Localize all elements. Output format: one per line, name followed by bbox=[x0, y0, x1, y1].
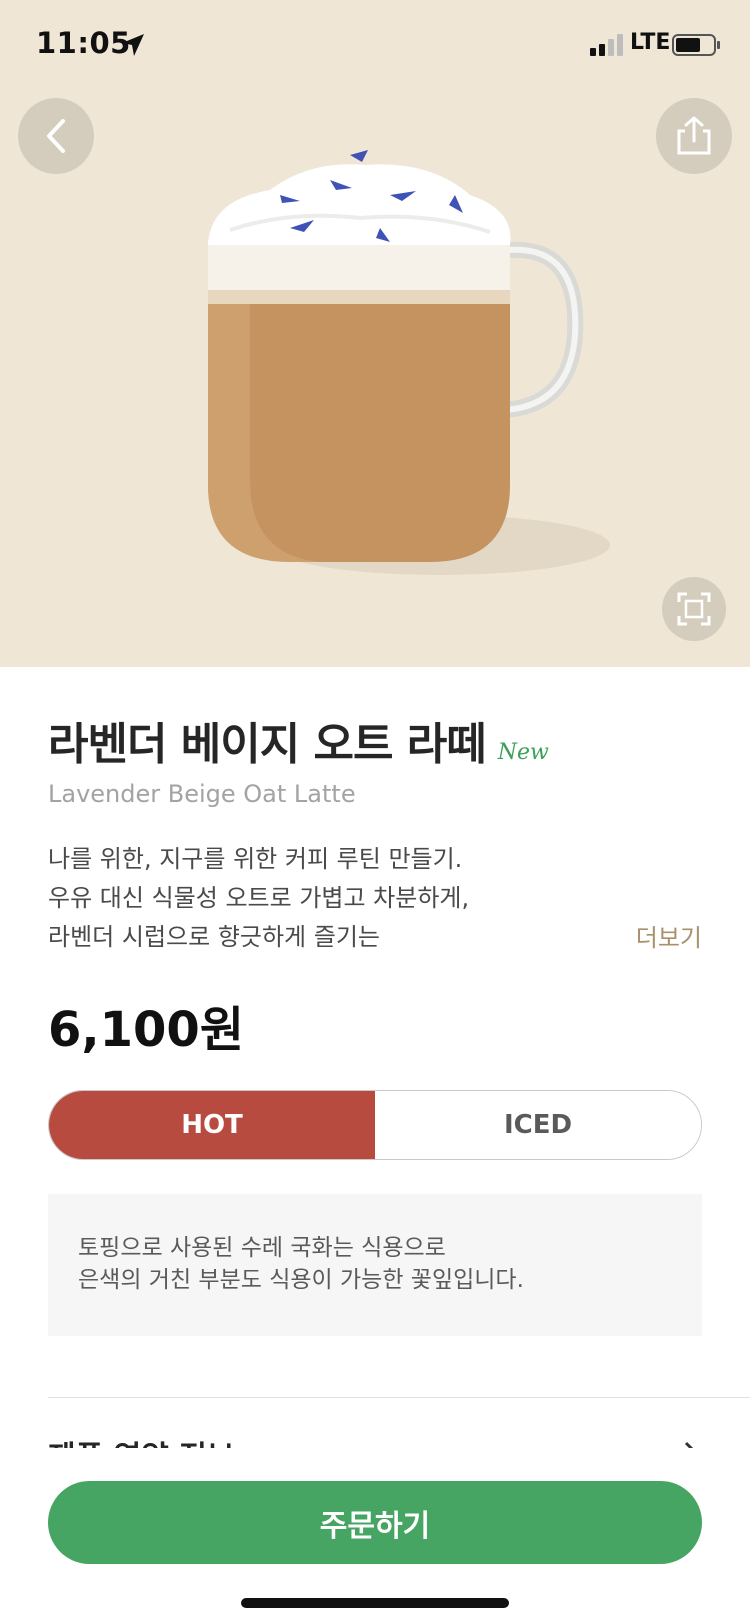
order-button[interactable]: 주문하기 bbox=[48, 1481, 702, 1564]
iced-option[interactable]: ICED bbox=[375, 1091, 701, 1159]
share-icon bbox=[677, 116, 711, 155]
divider bbox=[48, 1397, 750, 1398]
back-button[interactable] bbox=[18, 98, 94, 174]
location-arrow-icon bbox=[122, 34, 144, 56]
share-button[interactable] bbox=[656, 98, 732, 174]
product-description: 나를 위한, 지구를 위한 커피 루틴 만들기. 우유 대신 식물성 오트로 가… bbox=[48, 840, 648, 957]
expand-image-button[interactable] bbox=[662, 577, 726, 641]
new-badge: New bbox=[497, 740, 549, 765]
hot-option[interactable]: HOT bbox=[49, 1091, 375, 1159]
product-image-area bbox=[0, 0, 750, 667]
topping-notice: 토핑으로 사용된 수레 국화는 식용으로 은색의 거친 부분도 식용이 가능한 … bbox=[48, 1194, 702, 1336]
battery-icon bbox=[672, 34, 720, 56]
status-time: 11:05 bbox=[36, 26, 131, 60]
chevron-left-icon bbox=[47, 119, 65, 153]
product-image bbox=[208, 150, 610, 575]
expand-icon bbox=[677, 592, 711, 626]
temperature-toggle: HOT ICED bbox=[48, 1090, 702, 1160]
notice-line: 토핑으로 사용된 수레 국화는 식용으로 bbox=[78, 1235, 446, 1261]
description-line: 우유 대신 식물성 오트로 가볍고 차분하게, bbox=[48, 884, 470, 912]
more-link[interactable]: 더보기 bbox=[636, 918, 702, 953]
signal-icon bbox=[590, 34, 623, 56]
network-label: LTE bbox=[630, 30, 671, 55]
product-english-name: Lavender Beige Oat Latte bbox=[48, 780, 356, 808]
description-line: 나를 위한, 지구를 위한 커피 루틴 만들기. bbox=[48, 845, 463, 873]
product-title: 라벤더 베이지 오트 라떼 bbox=[48, 719, 487, 770]
notice-line: 은색의 거친 부분도 식용이 가능한 꽃잎입니다. bbox=[78, 1267, 524, 1293]
description-line: 라벤더 시럽으로 향긋하게 즐기는 bbox=[48, 923, 381, 951]
product-price: 6,100원 bbox=[48, 1002, 244, 1058]
home-indicator bbox=[241, 1598, 509, 1608]
product-title-row: 라벤더 베이지 오트 라떼 New bbox=[48, 708, 549, 772]
